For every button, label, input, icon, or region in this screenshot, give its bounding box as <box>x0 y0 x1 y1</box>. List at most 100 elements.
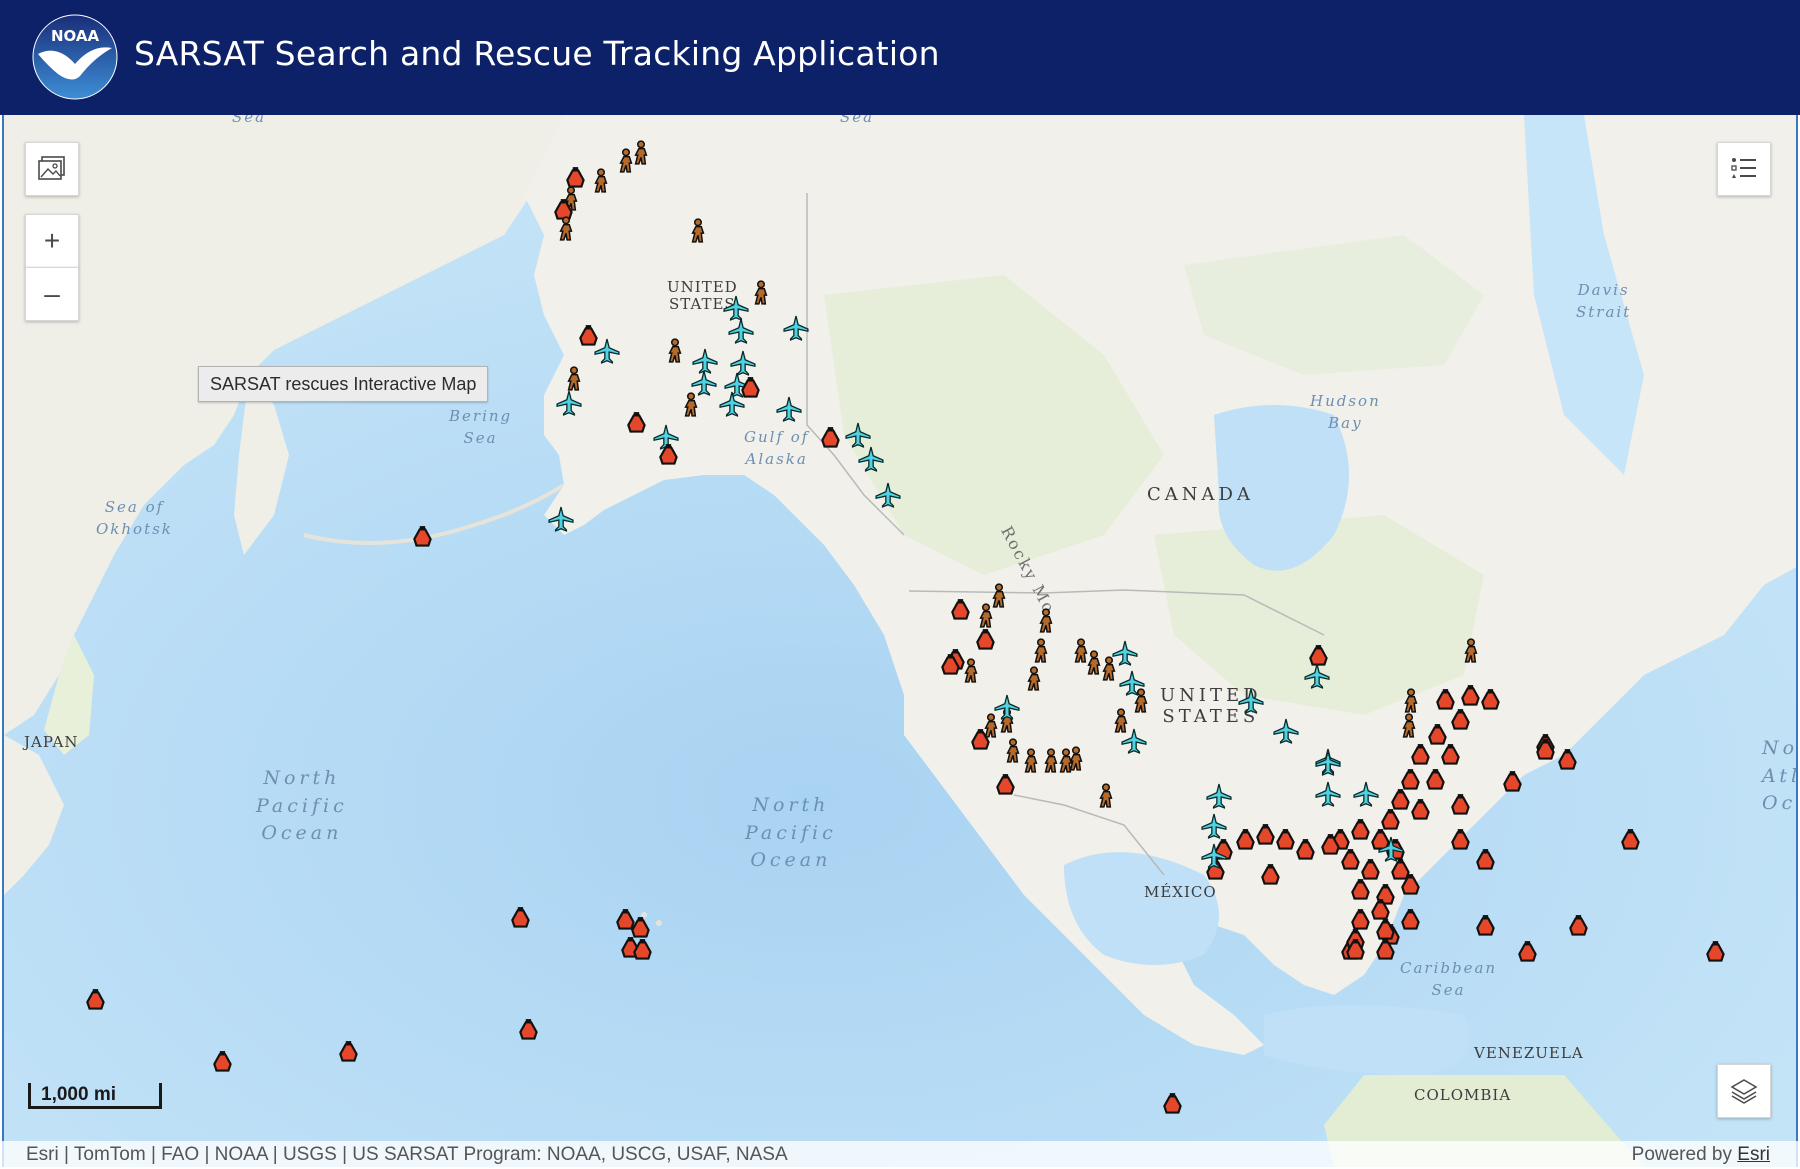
airplane-icon[interactable] <box>1315 750 1341 781</box>
airplane-icon[interactable] <box>1201 843 1227 874</box>
airplane-icon[interactable] <box>1206 783 1232 814</box>
ship-icon[interactable] <box>818 426 844 457</box>
country-label-venezuela: VENEZUELA <box>1474 1044 1584 1062</box>
airplane-icon[interactable] <box>719 391 745 422</box>
hiker-icon[interactable] <box>1028 638 1054 669</box>
water-label-sea-of-okhotsk: Sea of Okhotsk <box>96 498 173 538</box>
ship-icon[interactable] <box>1500 770 1526 801</box>
hiker-icon[interactable] <box>553 216 579 247</box>
basemap-gallery-button[interactable] <box>25 142 79 196</box>
zoom-in-button[interactable]: + <box>25 214 79 268</box>
hiker-icon[interactable] <box>1093 783 1119 814</box>
hiker-icon[interactable] <box>678 392 704 423</box>
scale-bar: 1,000 mi <box>28 1083 162 1109</box>
basemap <box>4 115 1796 1167</box>
ship-icon[interactable] <box>968 728 994 759</box>
hiker-icon[interactable] <box>662 338 688 369</box>
water-label-caribbean-sea: Caribbean Sea <box>1400 959 1498 999</box>
ship-icon[interactable] <box>948 598 974 629</box>
ship-icon[interactable] <box>1703 940 1729 971</box>
ship-icon[interactable] <box>336 1040 362 1071</box>
hiker-icon[interactable] <box>1396 713 1422 744</box>
airplane-icon[interactable] <box>556 390 582 421</box>
airplane-icon[interactable] <box>1378 836 1404 867</box>
hiker-icon[interactable] <box>1053 748 1079 779</box>
map-view[interactable]: Sea Sea Bering Sea Sea of Okhotsk Gulf o… <box>2 115 1798 1167</box>
water-label-sea: Sea <box>232 115 267 126</box>
ship-icon[interactable] <box>973 628 999 659</box>
hiker-icon[interactable] <box>748 280 774 311</box>
airplane-icon[interactable] <box>1121 728 1147 759</box>
ship-icon[interactable] <box>1343 938 1369 969</box>
hiker-icon[interactable] <box>1128 688 1154 719</box>
hiker-icon[interactable] <box>613 148 639 179</box>
ship-icon[interactable] <box>630 938 656 969</box>
airplane-icon[interactable] <box>548 506 574 537</box>
ship-icon[interactable] <box>83 988 109 1019</box>
powered-by-label: Powered by <box>1631 1144 1738 1165</box>
ship-icon[interactable] <box>1448 828 1474 859</box>
airplane-icon[interactable] <box>1238 688 1264 719</box>
water-label-north-pacific-ocean: North Pacific Ocean <box>745 794 837 872</box>
ship-icon[interactable] <box>1293 838 1319 869</box>
layer-list-button[interactable] <box>1717 1064 1771 1118</box>
ship-icon[interactable] <box>1448 708 1474 739</box>
country-label-canada: CANADA <box>1147 484 1254 505</box>
ship-icon[interactable] <box>624 411 650 442</box>
ship-icon[interactable] <box>563 166 589 197</box>
zoom-out-button[interactable]: – <box>25 267 79 321</box>
airplane-icon[interactable] <box>858 446 884 477</box>
ship-icon[interactable] <box>1408 798 1434 829</box>
ship-icon[interactable] <box>1448 793 1474 824</box>
ship-icon[interactable] <box>938 653 964 684</box>
ship-icon[interactable] <box>1566 914 1592 945</box>
ship-icon[interactable] <box>1258 863 1284 894</box>
water-label-north-pacific-ocean: North Pacific Ocean <box>256 767 348 845</box>
basemap-gallery-icon <box>38 156 65 180</box>
legend-list-icon <box>1731 158 1756 178</box>
ship-icon[interactable] <box>1618 828 1644 859</box>
ship-icon[interactable] <box>1515 940 1541 971</box>
ship-icon[interactable] <box>1478 688 1504 719</box>
ship-icon[interactable] <box>508 906 534 937</box>
hiker-icon[interactable] <box>1033 608 1059 639</box>
airplane-icon[interactable] <box>1304 663 1330 694</box>
ship-icon[interactable] <box>210 1050 236 1081</box>
ship-icon[interactable] <box>1373 918 1399 949</box>
ship-icon[interactable] <box>993 773 1019 804</box>
water-label-bering-sea: Bering Sea <box>449 407 513 447</box>
airplane-icon[interactable] <box>728 318 754 349</box>
hiker-icon[interactable] <box>1021 666 1047 697</box>
airplane-icon[interactable] <box>1273 718 1299 749</box>
airplane-icon[interactable] <box>776 396 802 427</box>
legend-button[interactable] <box>1717 142 1771 196</box>
ship-icon[interactable] <box>1398 908 1424 939</box>
airplane-icon[interactable] <box>594 338 620 369</box>
ship-icon[interactable] <box>516 1018 542 1049</box>
ship-icon[interactable] <box>410 525 436 556</box>
plus-icon: + <box>43 225 61 256</box>
airplane-icon[interactable] <box>783 315 809 346</box>
ship-icon[interactable] <box>1160 1092 1186 1123</box>
country-label-japan: JAPAN <box>24 733 79 751</box>
ship-icon[interactable] <box>1318 833 1344 864</box>
hiker-icon[interactable] <box>1458 638 1484 669</box>
airplane-icon[interactable] <box>1353 781 1379 812</box>
water-label-north-atlantic-ocean: Nor Atla Oce <box>1762 737 1798 815</box>
minus-icon: – <box>44 278 60 309</box>
airplane-icon[interactable] <box>1315 781 1341 812</box>
hiker-icon[interactable] <box>588 168 614 199</box>
ship-icon[interactable] <box>1533 738 1559 769</box>
country-label-colombia: COLOMBIA <box>1414 1086 1512 1104</box>
ship-icon[interactable] <box>1473 848 1499 879</box>
app-header: NOAA SARSAT Search and Rescue Tracking A… <box>0 0 1800 115</box>
esri-link[interactable]: Esri <box>1737 1144 1770 1165</box>
airplane-icon[interactable] <box>875 482 901 513</box>
ship-icon[interactable] <box>1398 873 1424 904</box>
hiker-icon[interactable] <box>685 218 711 249</box>
attribution-text: Esri | TomTom | FAO | NOAA | USGS | US S… <box>26 1144 788 1165</box>
ship-icon[interactable] <box>1423 768 1449 799</box>
ship-icon[interactable] <box>656 443 682 474</box>
ship-icon[interactable] <box>1473 914 1499 945</box>
airplane-icon[interactable] <box>1201 813 1227 844</box>
